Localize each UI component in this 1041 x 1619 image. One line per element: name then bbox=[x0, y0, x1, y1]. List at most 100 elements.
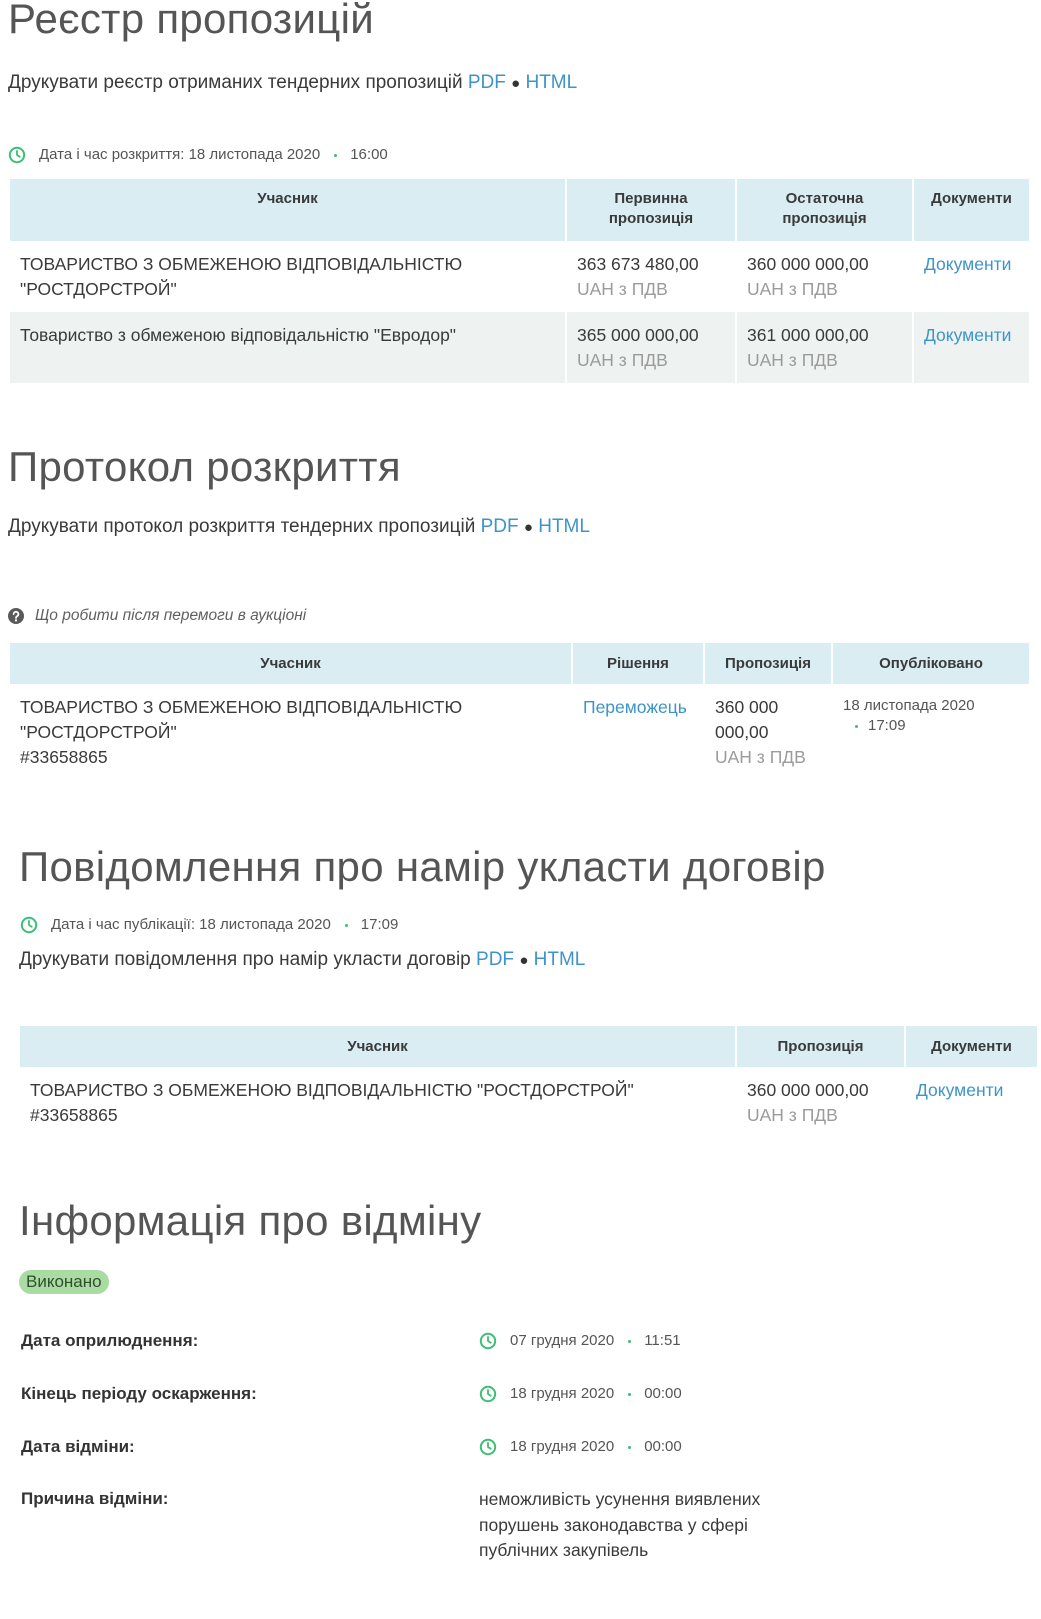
participant-code: #33658865 bbox=[30, 1105, 118, 1125]
intent-title: Повідомлення про намір укласти договір bbox=[19, 843, 826, 890]
complaint-period-end-label: Кінець періоду оскарження: bbox=[21, 1384, 257, 1403]
registry-html-link[interactable]: HTML bbox=[525, 72, 577, 93]
published-cell: 18 листопада 2020 17:09 bbox=[832, 684, 1029, 780]
final-amount: 361 000 000,00 bbox=[747, 325, 869, 345]
opening-protocol-table: Учасник Рішення Пропозиція Опубліковано … bbox=[10, 643, 1029, 780]
cancellation-reason-text: неможливість усунення виявлених порушень… bbox=[479, 1489, 761, 1560]
offer-cell: 360 000 000,00 UAH з ПДВ bbox=[736, 1067, 906, 1138]
date-text: 18 грудня 2020 bbox=[510, 1438, 615, 1455]
participant-cell: ТОВАРИСТВО З ОБМЕЖЕНОЮ ВІДПОВІДАЛЬНІСТЮ … bbox=[10, 684, 573, 780]
decision-cell: Переможець bbox=[572, 684, 705, 780]
separator-dot bbox=[344, 923, 348, 927]
separator-dot bbox=[855, 724, 858, 728]
intent-pdf-link[interactable]: PDF bbox=[476, 949, 514, 970]
published-date: 18 листопада 2020 bbox=[843, 697, 975, 714]
cancellation-reason-label: Причина відміни: bbox=[21, 1489, 169, 1508]
auction-win-help[interactable]: Що робити після перемоги в аукціоні bbox=[8, 606, 306, 626]
table-row: ТОВАРИСТВО З ОБМЕЖЕНОЮ ВІДПОВІДАЛЬНІСТЮ … bbox=[10, 684, 1029, 780]
registry-print-line: Друкувати реєстр отриманих тендерних про… bbox=[8, 71, 577, 96]
participant-name: Товариство з обмеженою відповідальністю … bbox=[10, 312, 567, 383]
protocol-pdf-link[interactable]: PDF bbox=[481, 516, 519, 537]
clock-icon bbox=[479, 1385, 497, 1403]
separator-dot: ● bbox=[511, 75, 521, 92]
separator-dot: ● bbox=[523, 519, 533, 536]
initial-amount: 365 000 000,00 bbox=[577, 325, 699, 345]
offer-amount: 360 000 000,00 bbox=[715, 697, 779, 742]
column-header-label: Остаточна пропозиція bbox=[782, 190, 867, 227]
participant-name: ТОВАРИСТВО З ОБМЕЖЕНОЮ ВІДПОВІДАЛЬНІСТЮ … bbox=[20, 697, 463, 742]
table-row: ТОВАРИСТВО З ОБМЕЖЕНОЮ ВІДПОВІДАЛЬНІСТЮ … bbox=[10, 241, 1029, 312]
currency-label: UAH з ПДВ bbox=[577, 279, 668, 299]
documents-cell: Документи bbox=[913, 241, 1029, 312]
status-badge: Виконано bbox=[19, 1270, 109, 1294]
separator-dot: ● bbox=[519, 952, 529, 969]
intent-print-label: Друкувати повідомлення про намір укласти… bbox=[19, 949, 471, 970]
participant-name: ТОВАРИСТВО З ОБМЕЖЕНОЮ ВІДПОВІДАЛЬНІСТЮ … bbox=[10, 241, 567, 312]
cancellation-date-label: Дата відміни: bbox=[21, 1437, 135, 1456]
bids-registry-table: Учасник Первинна пропозиція Остаточна пр… bbox=[10, 179, 1029, 383]
initial-offer-cell: 363 673 480,00 UAH з ПДВ bbox=[566, 241, 737, 312]
column-header-offer: Пропозиція bbox=[704, 643, 833, 684]
protocol-html-link[interactable]: HTML bbox=[538, 516, 590, 537]
participant-name: ТОВАРИСТВО З ОБМЕЖЕНОЮ ВІДПОВІДАЛЬНІСТЮ … bbox=[30, 1080, 634, 1100]
winner-link[interactable]: Переможець bbox=[583, 697, 687, 717]
help-link[interactable]: Що робити після перемоги в аукціоні bbox=[35, 606, 306, 626]
table-row: ТОВАРИСТВО З ОБМЕЖЕНОЮ ВІДПОВІДАЛЬНІСТЮ … bbox=[20, 1067, 1037, 1138]
clock-icon bbox=[479, 1332, 497, 1350]
protocol-print-line: Друкувати протокол розкриття тендерних п… bbox=[8, 515, 590, 540]
opening-date: Дата і час розкриття: 18 листопада 2020 bbox=[39, 146, 321, 163]
question-circle-icon bbox=[8, 608, 24, 624]
clock-icon bbox=[8, 146, 26, 164]
currency-label: UAH з ПДВ bbox=[577, 350, 668, 370]
currency-label: UAH з ПДВ bbox=[747, 279, 838, 299]
final-amount: 360 000 000,00 bbox=[747, 254, 869, 274]
table-header-row: Учасник Пропозиція Документи bbox=[20, 1026, 1037, 1067]
publication-date: Дата і час публікації: 18 листопада 2020 bbox=[51, 916, 331, 933]
documents-link[interactable]: Документи bbox=[924, 254, 1011, 274]
opening-time: 16:00 bbox=[350, 146, 388, 163]
registry-pdf-link[interactable]: PDF bbox=[468, 72, 506, 93]
column-header-documents: Документи bbox=[905, 1026, 1037, 1067]
intent-publication-datetime: Дата і час публікації: 18 листопада 2020… bbox=[20, 915, 398, 935]
opening-datetime: Дата і час розкриття: 18 листопада 2020 … bbox=[8, 145, 388, 165]
currency-label: UAH з ПДВ bbox=[715, 747, 806, 767]
publication-time: 17:09 bbox=[360, 916, 399, 933]
separator-dot bbox=[628, 1445, 632, 1449]
protocol-print-label: Друкувати протокол розкриття тендерних п… bbox=[8, 516, 476, 537]
registry-title: Реєстр пропозицій bbox=[8, 0, 374, 42]
currency-label: UAH з ПДВ bbox=[747, 1105, 838, 1125]
column-header-participant: Учасник bbox=[10, 179, 567, 241]
documents-link[interactable]: Документи bbox=[924, 325, 1011, 345]
date-text: 18 грудня 2020 bbox=[510, 1385, 615, 1402]
offer-amount: 360 000 000,00 bbox=[747, 1080, 869, 1100]
participant-code: #33658865 bbox=[20, 747, 108, 767]
cancellation-date-value: 18 грудня 2020 00:00 bbox=[479, 1435, 682, 1459]
table-header-row: Учасник Рішення Пропозиція Опубліковано bbox=[10, 643, 1029, 684]
publication-date-value: 07 грудня 2020 11:51 bbox=[479, 1329, 681, 1353]
column-header-participant: Учасник bbox=[20, 1026, 737, 1067]
intent-html-link[interactable]: HTML bbox=[534, 949, 586, 970]
page: Реєстр пропозицій Друкувати реєстр отрим… bbox=[0, 0, 1041, 1619]
publication-date-label: Дата оприлюднення: bbox=[21, 1331, 199, 1350]
table-header-row: Учасник Первинна пропозиція Остаточна пр… bbox=[10, 179, 1029, 241]
final-offer-cell: 360 000 000,00 UAH з ПДВ bbox=[736, 241, 914, 312]
column-header-published: Опубліковано bbox=[832, 643, 1029, 684]
published-time-line: 17:09 bbox=[843, 716, 1019, 736]
separator-dot bbox=[628, 1339, 632, 1343]
intent-print-line: Друкувати повідомлення про намір укласти… bbox=[19, 948, 585, 973]
cancellation-title: Інформація про відміну bbox=[19, 1197, 482, 1244]
documents-cell: Документи bbox=[905, 1067, 1037, 1138]
documents-link[interactable]: Документи bbox=[916, 1080, 1003, 1100]
initial-offer-cell: 365 000 000,00 UAH з ПДВ bbox=[566, 312, 737, 383]
column-header-offer: Пропозиція bbox=[736, 1026, 906, 1067]
currency-label: UAH з ПДВ bbox=[747, 350, 838, 370]
published-time: 17:09 bbox=[868, 717, 906, 734]
table-row: Товариство з обмеженою відповідальністю … bbox=[10, 312, 1029, 383]
separator-dot bbox=[628, 1392, 632, 1396]
date-text: 07 грудня 2020 bbox=[510, 1332, 615, 1349]
participant-cell: ТОВАРИСТВО З ОБМЕЖЕНОЮ ВІДПОВІДАЛЬНІСТЮ … bbox=[20, 1067, 737, 1138]
registry-print-label: Друкувати реєстр отриманих тендерних про… bbox=[8, 72, 463, 93]
time-text: 00:00 bbox=[644, 1385, 682, 1402]
time-text: 00:00 bbox=[644, 1438, 682, 1455]
protocol-title: Протокол розкриття bbox=[8, 443, 401, 490]
